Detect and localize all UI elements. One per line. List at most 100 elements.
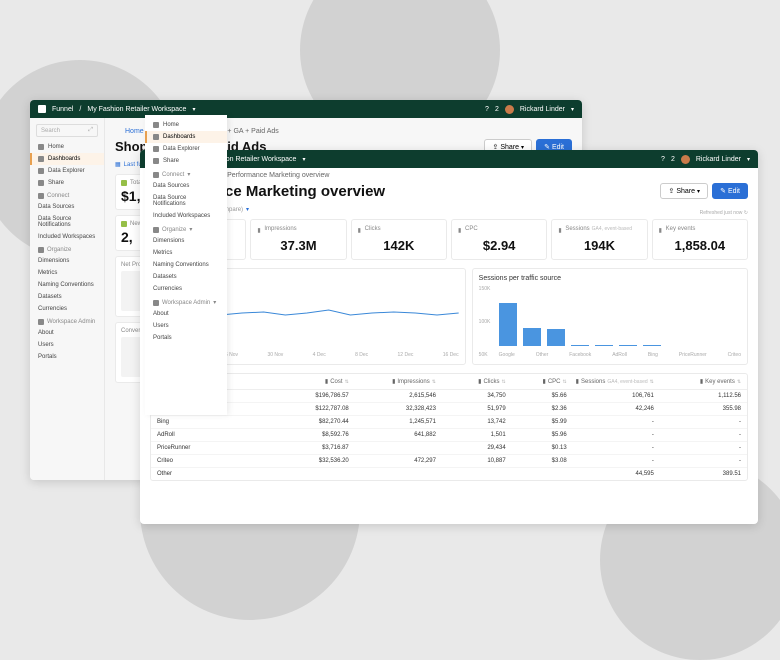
col-cost[interactable]: ▮Cost⇅ bbox=[262, 378, 349, 385]
user-name[interactable]: Rickard Linder bbox=[520, 106, 565, 113]
kpi-key-events: ▮Key events 1,858.04 bbox=[652, 219, 748, 260]
sort-icon: ⇅ bbox=[737, 379, 741, 385]
sidebar-section-organize[interactable]: Organize▾ bbox=[145, 222, 227, 235]
sidebar-item-data-sources[interactable]: Data Sources bbox=[30, 201, 104, 213]
sidebar-item-datasets[interactable]: Datasets bbox=[30, 291, 104, 303]
sidebar-section-workspace-admin[interactable]: Workspace Admin▾ bbox=[145, 295, 227, 308]
metric-icon: ▮ bbox=[325, 378, 328, 385]
workspace-selector[interactable]: My Fashion Retailer Workspace bbox=[87, 106, 186, 113]
bar-pricerunner bbox=[619, 345, 637, 346]
cell-cpc bbox=[506, 471, 567, 477]
sidebar-item-home[interactable]: Home bbox=[145, 119, 227, 131]
col-sessions[interactable]: ▮Sessions GA4, event-based⇅ bbox=[567, 378, 654, 385]
sidebar-item-dimensions[interactable]: Dimensions bbox=[30, 255, 104, 267]
avatar[interactable] bbox=[681, 155, 690, 164]
sidebar-section-organize[interactable]: Organize bbox=[30, 243, 104, 255]
table-row[interactable]: PriceRunner$3,716.8729,434$0.13-- bbox=[151, 442, 747, 455]
bar-other bbox=[523, 328, 541, 346]
sidebar-item-currencies[interactable]: Currencies bbox=[30, 303, 104, 315]
table-row[interactable]: Criteo$32,536.20472,29710,887$3.08-- bbox=[151, 455, 747, 468]
col-impressions[interactable]: ▮Impressions⇅ bbox=[349, 378, 436, 385]
refresh-status[interactable]: Refreshed just now ↻ bbox=[700, 210, 748, 216]
search-input[interactable]: Search⤢ bbox=[36, 124, 98, 137]
sidebar-item-included-workspaces[interactable]: Included Workspaces bbox=[145, 210, 227, 222]
help-icon[interactable]: ? bbox=[485, 106, 489, 113]
cell-cost: $122,787.08 bbox=[262, 406, 349, 412]
sidebar-item-portals[interactable]: Portals bbox=[30, 351, 104, 363]
kpi-cpc: ▮CPC $2.94 bbox=[451, 219, 547, 260]
cell-clicks bbox=[436, 471, 506, 477]
sidebar-item-naming[interactable]: Naming Conventions bbox=[30, 279, 104, 291]
cell-key-events: - bbox=[654, 458, 741, 464]
table-row[interactable]: Bing$82,270.441,245,57113,742$5.99-- bbox=[151, 416, 747, 429]
explorer-icon bbox=[38, 168, 44, 174]
expand-icon: ⤢ bbox=[88, 127, 93, 134]
cell-key-events: - bbox=[654, 445, 741, 451]
table-row[interactable]: Other44,595389.51 bbox=[151, 468, 747, 480]
help-icon[interactable]: ? bbox=[661, 156, 665, 163]
sidebar-item-included-workspaces[interactable]: Included Workspaces bbox=[30, 231, 104, 243]
bar-bing bbox=[595, 345, 613, 346]
edit-button[interactable]: ✎Edit bbox=[712, 183, 748, 199]
sidebar-item-portals[interactable]: Portals bbox=[145, 332, 227, 344]
breadcrumb-home[interactable]: Home bbox=[125, 128, 144, 135]
bar-criteo bbox=[643, 345, 661, 346]
sidebar-item-metrics[interactable]: Metrics bbox=[145, 247, 227, 259]
cell-sessions: 106,761 bbox=[567, 393, 654, 399]
sidebar-item-data-sources[interactable]: Data Sources bbox=[145, 180, 227, 192]
table-row[interactable]: AdRoll$8,592.76641,8821,501$5.96-- bbox=[151, 429, 747, 442]
sidebar-item-data-explorer[interactable]: Data Explorer bbox=[145, 143, 227, 155]
notifications-badge[interactable]: 2 bbox=[495, 106, 499, 113]
metric-icon: ▮ bbox=[558, 227, 563, 232]
share-button[interactable]: ⇪Share▾ bbox=[660, 183, 708, 199]
col-cpc[interactable]: ▮CPC⇅ bbox=[506, 378, 567, 385]
sidebar-item-currencies[interactable]: Currencies bbox=[145, 283, 227, 295]
sidebar-item-datasets[interactable]: Datasets bbox=[145, 271, 227, 283]
sidebar-item-dashboards[interactable]: Dashboards bbox=[145, 131, 227, 143]
sidebar-item-dimensions[interactable]: Dimensions bbox=[145, 235, 227, 247]
sidebar-item-users[interactable]: Users bbox=[30, 339, 104, 351]
sidebar-item-naming[interactable]: Naming Conventions bbox=[145, 259, 227, 271]
bar-google bbox=[499, 303, 517, 346]
share-icon bbox=[153, 158, 159, 164]
col-key-events[interactable]: ▮Key events⇅ bbox=[654, 378, 741, 385]
col-clicks[interactable]: ▮Clicks⇅ bbox=[436, 378, 506, 385]
sidebar-item-data-explorer[interactable]: Data Explorer bbox=[30, 165, 104, 177]
sidebar-section-workspace-admin[interactable]: Workspace Admin bbox=[30, 315, 104, 327]
sidebar-section-connect[interactable]: Connect bbox=[30, 189, 104, 201]
user-name[interactable]: Rickard Linder bbox=[696, 156, 741, 163]
kpi-row: ▮Cost $418K ▮Impressions 37.3M ▮Clicks 1… bbox=[150, 219, 748, 260]
cell-sessions: - bbox=[567, 458, 654, 464]
sidebar-item-dsn[interactable]: Data Source Notifications bbox=[145, 192, 227, 210]
metric-icon: ▮ bbox=[358, 227, 363, 232]
kpi-sessions-value: 194K bbox=[558, 238, 640, 253]
app-header: Funnel / My Fashion Retailer Workspace ▾… bbox=[140, 150, 758, 168]
chevron-down-icon: ▾ bbox=[747, 156, 750, 163]
table-row[interactable]: Facebook$122,787.0832,328,42351,979$2.36… bbox=[151, 403, 747, 416]
sidebar-item-users[interactable]: Users bbox=[145, 320, 227, 332]
sidebar-item-home[interactable]: Home bbox=[30, 141, 104, 153]
cell-source: Other bbox=[157, 471, 262, 477]
avatar[interactable] bbox=[505, 105, 514, 114]
sidebar-section-connect[interactable]: Connect▾ bbox=[145, 167, 227, 180]
cell-clicks: 10,887 bbox=[436, 458, 506, 464]
cell-cpc: $5.96 bbox=[506, 432, 567, 438]
sidebar-item-about[interactable]: About bbox=[145, 308, 227, 320]
cell-sessions: - bbox=[567, 432, 654, 438]
metric-icon: ▮ bbox=[458, 227, 463, 232]
kpi-impressions: ▮Impressions 37.3M bbox=[250, 219, 346, 260]
sidebar-item-dsn[interactable]: Data Source Notifications bbox=[30, 213, 104, 231]
cell-sessions: - bbox=[567, 419, 654, 425]
cell-key-events: 389.51 bbox=[654, 471, 741, 477]
sidebar-item-dashboards[interactable]: Dashboards bbox=[30, 153, 104, 165]
sidebar-item-metrics[interactable]: Metrics bbox=[30, 267, 104, 279]
organize-icon bbox=[38, 247, 44, 253]
refresh-icon: ↻ bbox=[744, 210, 748, 216]
sidebar-item-about[interactable]: About bbox=[30, 327, 104, 339]
shopify-icon bbox=[121, 180, 127, 186]
table-row[interactable]: Google$196,786.572,615,54634,750$5.66106… bbox=[151, 390, 747, 403]
sidebar-item-share[interactable]: Share bbox=[30, 177, 104, 189]
sidebar-item-share[interactable]: Share bbox=[145, 155, 227, 167]
cell-cost: $196,786.57 bbox=[262, 393, 349, 399]
notifications-badge[interactable]: 2 bbox=[671, 156, 675, 163]
